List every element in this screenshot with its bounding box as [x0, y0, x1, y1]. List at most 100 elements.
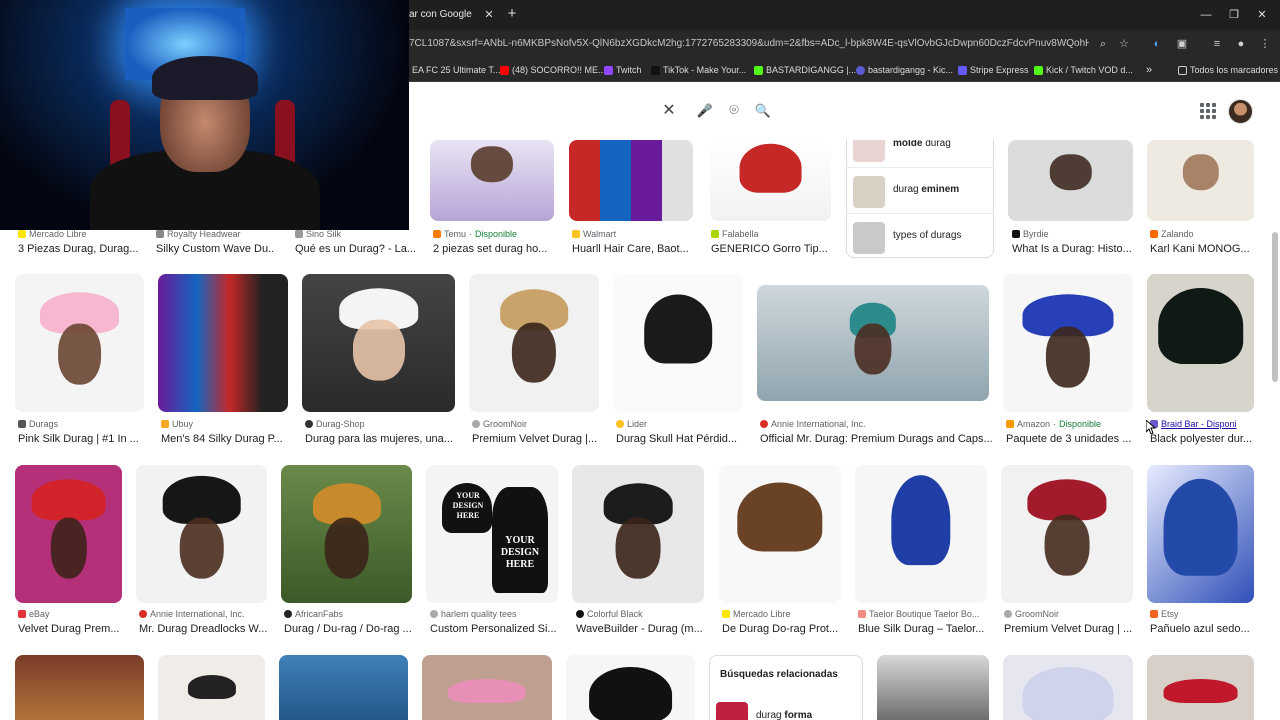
- result-title[interactable]: Blue Silk Durag – Taelor...: [858, 621, 988, 637]
- result-image[interactable]: [302, 274, 455, 412]
- bookmark-item[interactable]: bastardigangg - Kic...: [856, 63, 953, 77]
- more-bookmarks-button[interactable]: »: [1146, 63, 1152, 77]
- all-bookmarks-folder[interactable]: Todos los marcadores: [1178, 63, 1278, 77]
- zoom-icon[interactable]: ⌕: [1094, 35, 1112, 53]
- result-image[interactable]: [877, 655, 989, 720]
- result-image[interactable]: [15, 274, 144, 412]
- result-title[interactable]: De Durag Do-rag Prot...: [722, 621, 842, 637]
- related-search-item[interactable]: molde durag: [847, 140, 993, 166]
- bookmark-item[interactable]: EA FC 25 Ultimate T...: [412, 63, 500, 77]
- result-title[interactable]: Silky Custom Wave Du...: [156, 241, 274, 257]
- result-image[interactable]: [569, 140, 693, 221]
- result-image[interactable]: [430, 140, 554, 221]
- bookmark-item[interactable]: Kick / Twitch VOD d...: [1034, 63, 1133, 77]
- extensions-puzzle-icon[interactable]: ▣: [1173, 35, 1191, 53]
- result-image[interactable]: [15, 655, 144, 720]
- result-source: Colorful Black: [576, 607, 706, 621]
- source-icon: [139, 610, 147, 618]
- related-search-item[interactable]: durag forma: [710, 698, 862, 720]
- result-image[interactable]: [1147, 655, 1254, 720]
- minimize-button[interactable]: —: [1196, 6, 1216, 24]
- result-image[interactable]: [710, 140, 831, 221]
- result-title[interactable]: WaveBuilder - Durag (m...: [576, 621, 706, 637]
- result-image[interactable]: [1147, 465, 1254, 603]
- source-icon: [572, 230, 580, 238]
- result-title[interactable]: Premium Velvet Durag | ...: [1004, 621, 1134, 637]
- result-title[interactable]: Paquete de 3 unidades ...: [1006, 431, 1134, 447]
- result-title[interactable]: Durag / Du-rag / Do-rag ...: [284, 621, 414, 637]
- result-image[interactable]: [1003, 655, 1133, 720]
- kick-vod-icon: [1034, 65, 1043, 75]
- result-title[interactable]: Karl Kani MONOG...: [1150, 241, 1254, 257]
- result-image[interactable]: [757, 285, 989, 401]
- extension-icon[interactable]: ◐: [1148, 35, 1166, 53]
- result-image[interactable]: [158, 274, 288, 412]
- result-title[interactable]: Huarll Hair Care, Baot...: [572, 241, 692, 257]
- result-title[interactable]: Durag para las mujeres, una...: [305, 431, 455, 447]
- result-image[interactable]: [158, 655, 265, 720]
- result-image[interactable]: [469, 274, 599, 412]
- clear-search-icon[interactable]: ✕: [659, 101, 679, 121]
- search-icon[interactable]: 🔍: [753, 101, 773, 121]
- related-thumb: [853, 140, 885, 162]
- bookmark-star-icon[interactable]: ☆: [1115, 35, 1133, 53]
- result-image[interactable]: [1003, 274, 1133, 412]
- result-image[interactable]: [855, 465, 987, 603]
- related-search-item[interactable]: durag eminem: [847, 167, 993, 211]
- result-title[interactable]: Pink Silk Durag | #1 In ...: [18, 431, 146, 447]
- result-title[interactable]: Velvet Durag Prem...: [18, 621, 124, 637]
- related-search-item[interactable]: types of durags: [847, 213, 993, 257]
- result-title[interactable]: Qué es un Durag? - La...: [295, 241, 415, 257]
- result-title[interactable]: 2 piezas set durag ho...: [433, 241, 557, 257]
- result-image[interactable]: [572, 465, 704, 603]
- menu-kebab-icon[interactable]: ⋮: [1256, 35, 1274, 53]
- bookmark-label: TikTok - Make Your...: [663, 65, 747, 75]
- bookmark-item[interactable]: BASTARDIGANGG |...: [754, 63, 856, 77]
- result-image[interactable]: [719, 465, 841, 603]
- result-title[interactable]: Custom Personalized Si...: [430, 621, 560, 637]
- source-icon: [1012, 230, 1020, 238]
- result-image[interactable]: [1001, 465, 1133, 603]
- new-tab-button[interactable]: +: [505, 4, 519, 24]
- result-title[interactable]: Men's 84 Silky Durag P...: [161, 431, 289, 447]
- result-title[interactable]: Pañuelo azul sedo...: [1150, 621, 1254, 637]
- result-title[interactable]: What Is a Durag: Histo...: [1012, 241, 1134, 257]
- maximize-button[interactable]: ❐: [1224, 6, 1244, 24]
- result-image[interactable]: [613, 274, 743, 412]
- result-image[interactable]: [1008, 140, 1133, 221]
- result-image[interactable]: [1147, 274, 1254, 412]
- voice-search-icon[interactable]: 🎤: [695, 101, 715, 121]
- close-window-button[interactable]: ✕: [1252, 6, 1272, 24]
- result-image[interactable]: [1147, 140, 1254, 221]
- profile-icon[interactable]: ●: [1232, 35, 1250, 53]
- result-source: Annie International, Inc.: [760, 417, 990, 431]
- result-image[interactable]: [422, 655, 552, 720]
- result-title[interactable]: Mr. Durag Dreadlocks W...: [139, 621, 269, 637]
- bookmark-item[interactable]: TikTok - Make Your...: [651, 63, 746, 77]
- result-image[interactable]: [136, 465, 267, 603]
- result-source: AfricanFabs: [284, 607, 414, 621]
- result-title[interactable]: Official Mr. Durag: Premium Durags and C…: [760, 431, 992, 447]
- result-image[interactable]: YOUR DESIGN HERE YOUR DESIGN HERE: [426, 465, 558, 603]
- result-image[interactable]: [281, 465, 412, 603]
- result-title[interactable]: 3 Piezas Durag, Durag...: [18, 241, 148, 257]
- media-icon[interactable]: ≡: [1208, 35, 1226, 53]
- related-search-text: molde durag: [893, 140, 951, 149]
- url-field[interactable]: 7CL1087&sxsrf=ANbL-n6MKBPsNofv5X-QlN6bzX…: [409, 36, 1089, 52]
- bookmark-label: Stripe Express: [970, 65, 1029, 75]
- page-scrollbar[interactable]: [1272, 232, 1278, 382]
- google-apps-icon[interactable]: [1198, 101, 1218, 121]
- tab-close-icon[interactable]: ✕: [482, 6, 496, 24]
- result-image[interactable]: [15, 465, 122, 603]
- account-avatar[interactable]: [1228, 99, 1253, 124]
- result-title[interactable]: Black polyester dur...: [1150, 431, 1254, 447]
- lens-icon[interactable]: ⌾: [724, 101, 744, 121]
- result-image[interactable]: [566, 655, 695, 720]
- result-title[interactable]: Premium Velvet Durag |...: [472, 431, 600, 447]
- result-image[interactable]: [279, 655, 408, 720]
- result-title[interactable]: GENERICO Gorro Tip...: [711, 241, 831, 257]
- result-title[interactable]: Durag Skull Hat Pérdid...: [616, 431, 744, 447]
- bookmark-item[interactable]: Twitch: [604, 63, 642, 77]
- bookmark-item[interactable]: Stripe Express: [958, 63, 1029, 77]
- bookmark-item[interactable]: (48) SOCORRO!! ME...: [500, 63, 606, 77]
